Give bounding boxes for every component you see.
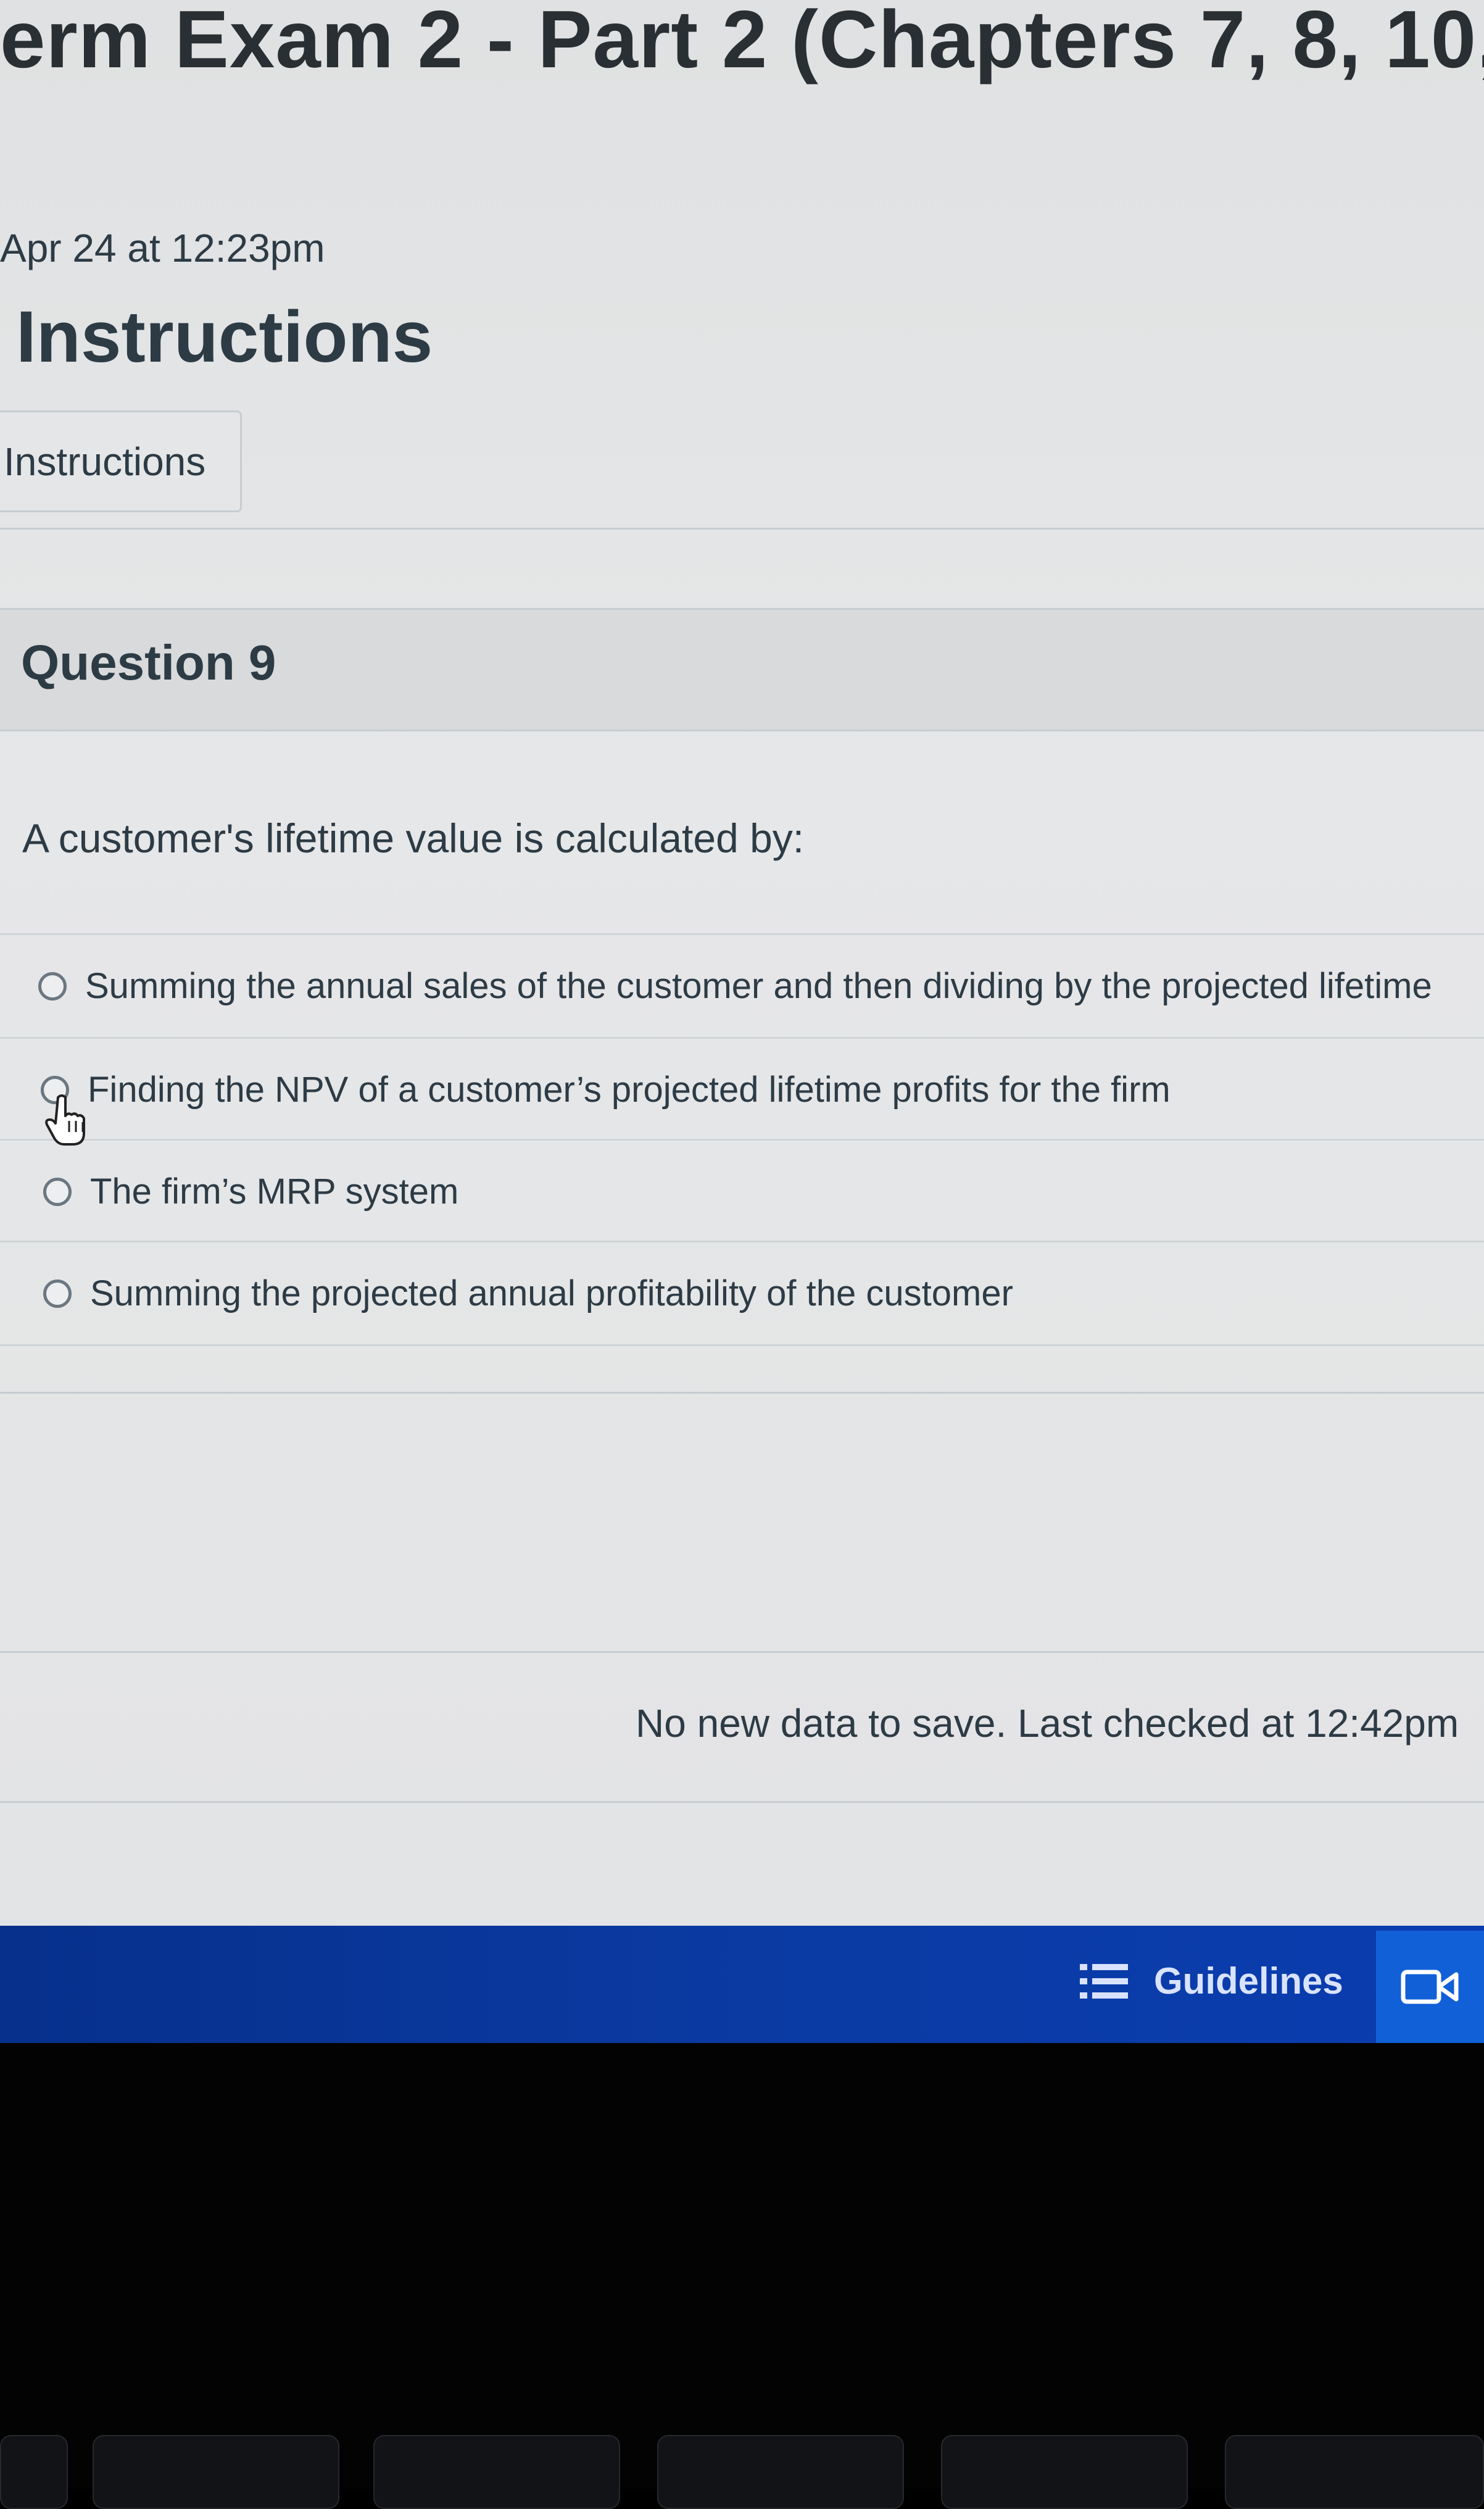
keyboard-key (657, 2435, 904, 2509)
quiz-started-time: Apr 24 at 12:23pm (0, 226, 325, 270)
divider (0, 1651, 1484, 1653)
guidelines-label: Guidelines (1154, 1960, 1343, 2002)
answer-option[interactable]: Summing the projected annual profitabili… (0, 1241, 1484, 1346)
radio-button[interactable] (43, 1279, 72, 1308)
hand-cursor-icon (45, 1094, 85, 1146)
guidelines-button[interactable]: Guidelines (1080, 1960, 1343, 2002)
question-number: Question 9 (21, 635, 276, 690)
divider (0, 1392, 1484, 1394)
autosave-status: No new data to save. Last checked at 12:… (636, 1701, 1459, 1745)
video-camera-icon (1401, 1970, 1458, 2004)
keyboard-key (373, 2435, 620, 2509)
divider (0, 528, 1484, 530)
answer-label: The firm’s MRP system (90, 1171, 459, 1212)
answer-label: Summing the annual sales of the customer… (85, 966, 1432, 1006)
keyboard-key (941, 2435, 1188, 2509)
instructions-heading: Instructions (16, 296, 433, 378)
instructions-button-label: Instructions (4, 439, 206, 484)
keyboard-key (93, 2435, 339, 2509)
instructions-button[interactable]: Instructions (0, 410, 242, 512)
answer-option[interactable]: The firm’s MRP system (0, 1139, 1484, 1242)
answer-option[interactable]: Summing the annual sales of the customer… (0, 933, 1484, 1037)
laptop-keyboard-area (0, 2043, 1484, 2489)
video-camera-button[interactable] (1376, 1931, 1484, 2043)
divider (0, 1801, 1484, 1803)
radio-button[interactable] (43, 1177, 72, 1206)
quiz-title: erm Exam 2 - Part 2 (Chapters 7, 8, 10, … (0, 0, 1484, 85)
quiz-page: erm Exam 2 - Part 2 (Chapters 7, 8, 10, … (0, 0, 1484, 1926)
keyboard-key (1225, 2435, 1484, 2509)
question-text: A customer's lifetime value is calculate… (22, 815, 805, 861)
answer-option[interactable]: Finding the NPV of a customer’s projecte… (0, 1037, 1484, 1141)
answer-label: Summing the projected annual profitabili… (90, 1273, 1013, 1313)
question-header: Question 9 (0, 608, 1484, 731)
keyboard-key (0, 2435, 68, 2509)
list-icon (1080, 1963, 1128, 1999)
answer-label: Finding the NPV of a customer’s projecte… (88, 1070, 1171, 1110)
radio-button[interactable] (38, 972, 67, 1001)
